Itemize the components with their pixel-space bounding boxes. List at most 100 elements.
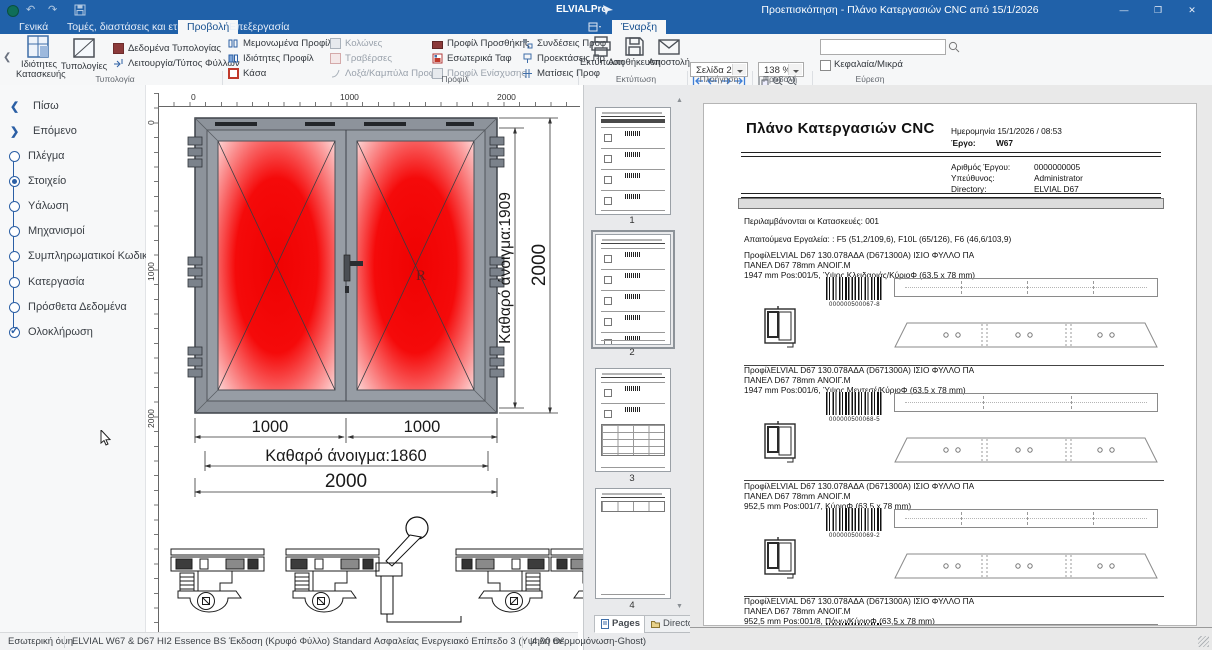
thumbnail-page-1[interactable]: [595, 107, 671, 215]
pages-icon: [601, 619, 609, 629]
send-button[interactable]: Αποστολή: [646, 36, 692, 67]
sash-marker-label: R: [416, 268, 426, 284]
internal-tees-button[interactable]: Εσωτερικά Ταφ: [432, 52, 512, 65]
statusbar-area-value: 4,00 m²: [532, 636, 564, 647]
step-dot-supplementary-codes[interactable]: [9, 251, 20, 262]
sidebar-step-mechanisms[interactable]: Μηχανισμοί: [28, 225, 85, 237]
tab-preview-start[interactable]: Έναρξη: [612, 20, 666, 34]
sidebar-step-glazing[interactable]: Υάλωση: [28, 200, 69, 212]
construction-properties-button[interactable]: Ιδιότητες Κατασκευής: [16, 35, 62, 79]
addition-profiles-button[interactable]: Προφίλ Προσθήκης: [432, 37, 530, 50]
save-quick-icon[interactable]: [74, 4, 86, 16]
thumbnail-page-2[interactable]: [595, 234, 671, 345]
barcode-number: 000000500068-5: [826, 415, 883, 425]
dim-left-width: 1000: [252, 418, 289, 436]
undo-icon[interactable]: ↶: [26, 3, 35, 16]
thumb-scroll-up-icon[interactable]: ▲: [676, 97, 683, 104]
doc-section-2: ΠροφίλELVIAL D67 130.078ΑΔΑ (D671300A) Ι…: [744, 365, 1164, 481]
group-label-view: Προβολή: [752, 74, 808, 84]
profile-extensions-icon: [522, 53, 533, 64]
redo-icon[interactable]: ↷: [48, 3, 57, 16]
next-button[interactable]: Επόμενο: [33, 125, 77, 137]
doc-project-no-label: Αριθμός Έργου:: [951, 162, 1010, 172]
function-leaf-type-label: Λειτουργία/Τύπος Φύλλων: [128, 58, 240, 69]
search-icon[interactable]: [948, 41, 960, 53]
profile-properties-button[interactable]: Ιδιότητες Προφίλ: [228, 52, 314, 65]
minimize-button[interactable]: —: [1112, 0, 1136, 20]
sidebar-step-machining[interactable]: Κατεργασία: [28, 276, 85, 288]
doc-gray-bar: [738, 198, 1164, 209]
preview-horizontal-scrollbar[interactable]: [690, 627, 1212, 628]
ribbon-collapse-icon[interactable]: ❮: [3, 52, 11, 63]
statusbar: Εσωτερική όψη ELVIAL W67 & D67 HI2 Essen…: [0, 632, 578, 650]
thumbnail-page-4[interactable]: [595, 488, 671, 599]
step-dot-additional-data[interactable]: [9, 302, 20, 313]
back-chevron-icon: ❮: [10, 100, 19, 113]
thumbnail-label-1: 1: [595, 215, 669, 226]
typology-data-button[interactable]: Δεδομένα Τυπολογίας: [113, 42, 221, 55]
maximize-button[interactable]: ❐: [1146, 0, 1170, 20]
machining-bar-top: [894, 278, 1158, 297]
doc-includes: Περιλαμβάνονται οι Κατασκευές: 001: [744, 216, 879, 226]
sidebar-step-additional-data[interactable]: Πρόσθετα Δεδομένα: [28, 301, 127, 313]
profile-joints-icon: [522, 68, 533, 79]
titlebar: ↶ ↷ ELVIALPro Προεπισκόπηση - Πλάνο Κατε…: [0, 0, 1212, 20]
next-chevron-icon: ❯: [10, 125, 19, 138]
tab-pages[interactable]: Pages: [594, 615, 647, 633]
send-label: Αποστολή: [648, 57, 690, 67]
machining-bar-bottom: [894, 322, 1158, 348]
mouse-cursor: [100, 430, 112, 446]
thumbnail-page-3[interactable]: [595, 368, 671, 472]
construction-properties-label-1: Ιδιότητες: [21, 59, 57, 69]
doc-date-label: Ημερομηνία: [951, 126, 995, 136]
frame-button[interactable]: Κάσα: [228, 67, 266, 80]
tab-general[interactable]: Γενικά: [10, 20, 57, 34]
addition-profiles-icon: [432, 41, 443, 49]
back-button[interactable]: Πίσω: [33, 100, 59, 112]
step-dot-mechanisms[interactable]: [9, 226, 20, 237]
doc-title: Πλάνο Κατεργασιών CNC: [746, 124, 935, 134]
window-title: Προεπισκόπηση - Πλάνο Κατεργασιών CNC απ…: [690, 4, 1110, 16]
sidebar-step-grid[interactable]: Πλέγμα: [28, 150, 65, 162]
step-dot-machining[interactable]: [9, 277, 20, 288]
step-dot-grid[interactable]: [9, 151, 20, 162]
sidebar-step-element[interactable]: Στοιχείο: [28, 175, 66, 187]
window-resize-grip[interactable]: [1198, 636, 1209, 647]
barcode-number: 000000500069-2: [826, 531, 883, 541]
vruler-0: 0: [146, 120, 156, 125]
close-button[interactable]: ✕: [1180, 0, 1204, 20]
profile-connections-icon: [522, 38, 533, 49]
save-icon: [624, 36, 645, 57]
preview-page: Πλάνο Κατεργασιών CNC Ημερομηνία 15/1/20…: [703, 103, 1197, 626]
doc-date-value: 15/1/2026 / 08:53: [997, 126, 1062, 136]
preview-menu-icon[interactable]: [588, 22, 602, 32]
sidebar-step-supplementary-codes[interactable]: Συμπληρωματικοί Κωδικοί: [28, 250, 156, 262]
typologies-label: Τυπολογίες: [61, 61, 107, 71]
search-input[interactable]: [820, 39, 946, 55]
columns-button: Κολώνες: [330, 37, 382, 50]
step-dot-glazing[interactable]: [9, 201, 20, 212]
app-menu-icon[interactable]: [7, 5, 19, 17]
print-preview-area[interactable]: Πλάνο Κατεργασιών CNC Ημερομηνία 15/1/20…: [690, 85, 1212, 650]
columns-icon: [330, 38, 341, 49]
typology-window-icon: [72, 37, 96, 59]
individual-profiles-button[interactable]: Μεμονωμένα Προφίλ: [228, 37, 332, 50]
tab-edit[interactable]: Επεξεργασία: [220, 20, 299, 34]
profile-cross-section-icon: [763, 304, 799, 348]
thumb-scroll-down-icon[interactable]: ▼: [676, 603, 683, 610]
step-dot-element[interactable]: [9, 176, 20, 187]
window-drawing[interactable]: R Καθαρό άνοιγμα:1909 2000 1000 1000 Καθ…: [158, 85, 583, 632]
thumbnail-label-3: 3: [595, 473, 669, 484]
typology-data-icon: [113, 43, 124, 54]
function-leaf-type-button[interactable]: Λειτουργία/Τύπος Φύλλων: [113, 57, 240, 70]
ribbon: ❮ Ιδιότητες Κατασκευής Τυπολογίες Δεδομέ…: [0, 34, 1212, 86]
machining-bar-top: [894, 509, 1158, 528]
sidebar-step-completion[interactable]: Ολοκλήρωση: [28, 326, 93, 338]
step-dot-completion[interactable]: [9, 327, 20, 338]
construction-window-icon: [26, 35, 52, 59]
group-label-print: Εκτύπωση: [586, 74, 686, 84]
match-case-checkbox[interactable]: [820, 60, 831, 71]
typologies-button[interactable]: Τυπολογίες: [60, 35, 108, 71]
directory-icon: [651, 620, 660, 629]
function-leaf-type-icon: [113, 58, 124, 69]
